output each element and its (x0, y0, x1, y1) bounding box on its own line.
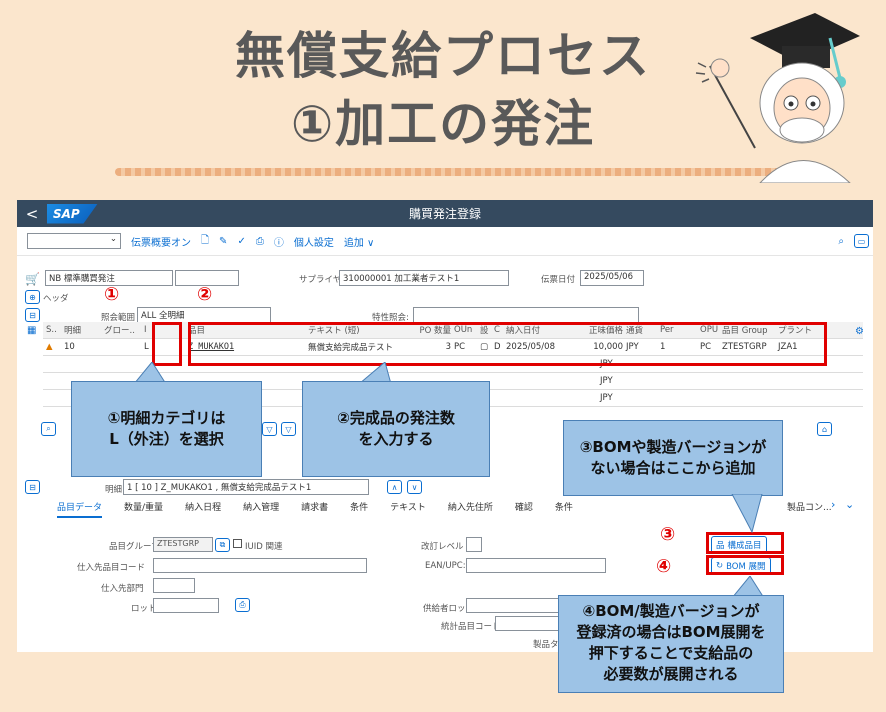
more-button[interactable]: 追加 ∨ (344, 234, 375, 249)
cell-item[interactable]: 10 (61, 342, 101, 352)
new-doc-icon[interactable]: 🗋 (201, 233, 209, 250)
highlight-category (152, 322, 182, 366)
ean-field[interactable] (466, 558, 606, 573)
item-label: 明細 (105, 485, 123, 495)
col-status: S.. (46, 325, 57, 335)
prev-item-icon[interactable]: ∧ (387, 480, 402, 494)
iuid-checkbox[interactable] (233, 539, 242, 548)
revision-label: 改訂レベル (421, 542, 464, 552)
expand-header-icon[interactable]: ⊕ (25, 290, 40, 304)
cell-currency[interactable]: JPY (597, 376, 631, 386)
highlight-bom (706, 555, 784, 575)
tab-delivery-address[interactable]: 納入先住所 (448, 500, 493, 518)
iuid-label: IUID 関連 (245, 542, 283, 552)
doc-date-label: 伝票日付 (541, 275, 576, 285)
vendor-sub-label: 仕入先部門 (101, 584, 144, 594)
item-select[interactable]: 1 [ 10 ] Z_MUKAKO1 , 無償支給完成品テスト1 (123, 479, 369, 495)
tab-texts[interactable]: テキスト (390, 500, 426, 518)
revision-field[interactable] (466, 537, 482, 552)
print-icon[interactable]: ⎙ (256, 236, 264, 247)
zoom-icon[interactable]: ⌕ (41, 422, 56, 436)
marker-3: ③ (660, 524, 676, 545)
stat-field[interactable] (495, 616, 563, 631)
tab-delivery[interactable]: 納入管理 (243, 500, 279, 518)
special-select[interactable] (413, 307, 639, 323)
edit-icon[interactable]: ✎ (219, 236, 227, 247)
col-item: 明細 (64, 326, 82, 336)
batch-field[interactable] (153, 598, 219, 613)
value-help-icon[interactable]: ⧉ (215, 538, 230, 552)
collapse-detail-icon[interactable]: ⊟ (25, 480, 40, 494)
display-icon[interactable]: ▭ (854, 234, 869, 248)
chevron-down-icon[interactable]: ⌄ (845, 498, 854, 511)
app-title: 購買発注登録 (408, 207, 481, 221)
callout3-pointer (731, 494, 763, 534)
scope-select[interactable]: ALL 全明細 (137, 307, 271, 323)
vendor-mat-field[interactable] (153, 558, 367, 573)
detail-toggle-icon[interactable]: ⌂ (817, 422, 832, 436)
collapse-items-icon[interactable]: ⊟ (25, 308, 40, 322)
highlight-row (188, 322, 827, 366)
header-label: ヘッダ (43, 294, 69, 304)
tab-confirmations[interactable]: 確認 (515, 500, 533, 518)
supplier-label: サプライヤ: (299, 275, 345, 285)
vendor-sub-field[interactable] (153, 578, 195, 593)
highlight-components (706, 532, 784, 554)
vendor-mat-label: 仕入先品目コード (77, 563, 146, 573)
search-icon[interactable]: ⌕ (838, 236, 844, 247)
check-icon[interactable]: ✓ (237, 236, 245, 247)
stat-label: 統計品目コード (441, 622, 501, 632)
cart-icon: 🛒 (25, 272, 40, 286)
detail-tabs: 品目データ 数量/重量 納入日程 納入管理 請求書 条件 テキスト 納入先住所 … (57, 500, 573, 518)
callout-1: ①明細カテゴリは L（外注）を選択 (71, 381, 262, 477)
doc-overview-button[interactable]: 伝票概要オン (131, 234, 191, 249)
callout-3: ③BOMや製造バージョンが ない場合はここから追加 (563, 420, 783, 496)
next-item-icon[interactable]: ∨ (407, 480, 422, 494)
doc-date-field[interactable]: 2025/05/06 (580, 270, 644, 286)
marker-4: ④ (656, 556, 672, 577)
material-group-field[interactable]: ZTESTGRP (153, 537, 213, 552)
chevron-right-icon[interactable]: › (831, 498, 835, 511)
batch-search-icon[interactable]: ⎙ (235, 598, 250, 612)
column-settings-icon[interactable]: ⚙ (855, 326, 864, 337)
tab-invoice[interactable]: 請求書 (301, 500, 328, 518)
filter-icon[interactable]: ▽ (262, 422, 277, 436)
personal-settings-button[interactable]: 個人設定 (294, 234, 334, 249)
callout-4: ④BOM/製造バージョンが 登録済の場合はBOM展開を 押下することで支給品の … (558, 595, 784, 693)
supplier-field[interactable]: 310000001 加工業者テスト1 (339, 270, 509, 286)
variant-select[interactable]: ⌄ (27, 233, 121, 249)
info-icon[interactable]: ⓘ (274, 234, 284, 249)
vendor-batch-field[interactable] (466, 598, 562, 613)
marker-1: ① (104, 284, 120, 305)
tab-material-data[interactable]: 品目データ (57, 500, 103, 518)
toolbar: ⌄ 伝票概要オン 🗋 ✎ ✓ ⎙ ⓘ 個人設定 追加 ∨ ⌕ ▭ (17, 227, 873, 256)
ean-label: EAN/UPC: (425, 561, 466, 571)
tab-schedule[interactable]: 納入日程 (185, 500, 221, 518)
callout-2: ②完成品の発注数 を入力する (302, 381, 490, 477)
material-group-label: 品目グループ (109, 542, 160, 552)
warning-icon[interactable]: ▲ (43, 342, 61, 352)
col-group: グロー.. (104, 326, 135, 336)
grid-settings-icon[interactable]: ▦ (27, 325, 36, 336)
tab-quantity[interactable]: 数量/重量 (124, 500, 163, 518)
shell-bar: < SAP 購買発注登録 (17, 200, 873, 227)
marker-2: ② (197, 284, 213, 305)
tab-conditions[interactable]: 条件 (350, 500, 368, 518)
tab-product-compliance[interactable]: 製品コン... (787, 500, 832, 513)
tab-conditions-2[interactable]: 条件 (555, 500, 573, 518)
title-underline (115, 168, 780, 176)
cell-currency[interactable]: JPY (597, 393, 631, 403)
professor-illustration (695, 13, 860, 183)
filter-off-icon[interactable]: ▽ (281, 422, 296, 436)
